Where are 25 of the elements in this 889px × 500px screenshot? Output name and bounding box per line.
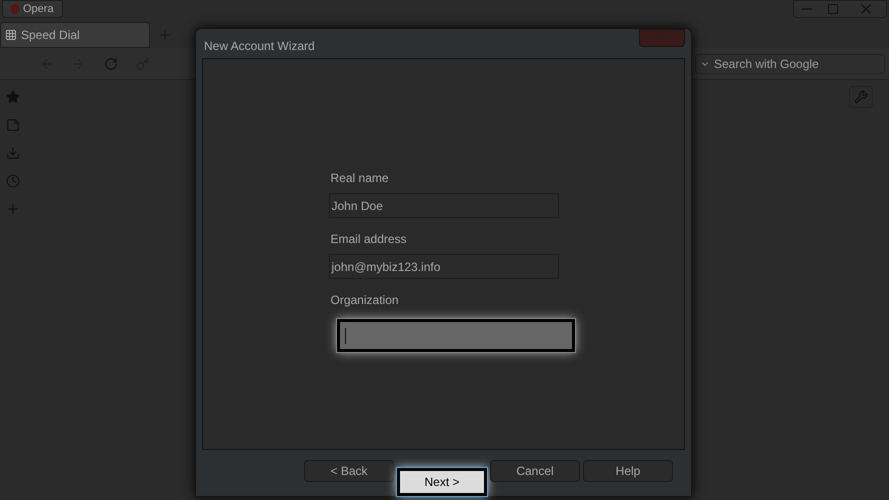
star-icon[interactable] [6, 90, 20, 104]
text-field[interactable]: John Doe [328, 193, 558, 218]
browser-tab[interactable]: Speed Dial [0, 22, 150, 48]
wizard-button[interactable]: Help [583, 460, 673, 482]
search-field[interactable]: Search with Google [695, 54, 885, 74]
field-label: Email address [330, 231, 408, 248]
text-field[interactable] [336, 319, 574, 352]
grid-icon [5, 29, 17, 41]
wrench-icon [854, 90, 868, 104]
reload-icon[interactable] [104, 56, 118, 70]
close-icon [656, 32, 668, 44]
wrench-button[interactable] [849, 86, 873, 108]
wizard-button[interactable]: Next > [397, 468, 487, 496]
dialog-close-button[interactable] [639, 29, 685, 47]
text-field[interactable]: john@mybiz123.info [328, 254, 558, 279]
plus-icon[interactable] [6, 202, 20, 216]
dialog-title: New Account Wizard [204, 38, 315, 55]
menu-button[interactable]: Opera [2, 0, 63, 18]
wizard-button[interactable]: Cancel [490, 460, 580, 482]
field-label: Real name [330, 170, 390, 187]
wizard-button[interactable]: < Back [304, 460, 394, 482]
note-icon[interactable] [6, 118, 20, 132]
clock-icon[interactable] [6, 174, 20, 188]
download-icon[interactable] [6, 146, 20, 160]
field-label: Organization [330, 292, 400, 309]
